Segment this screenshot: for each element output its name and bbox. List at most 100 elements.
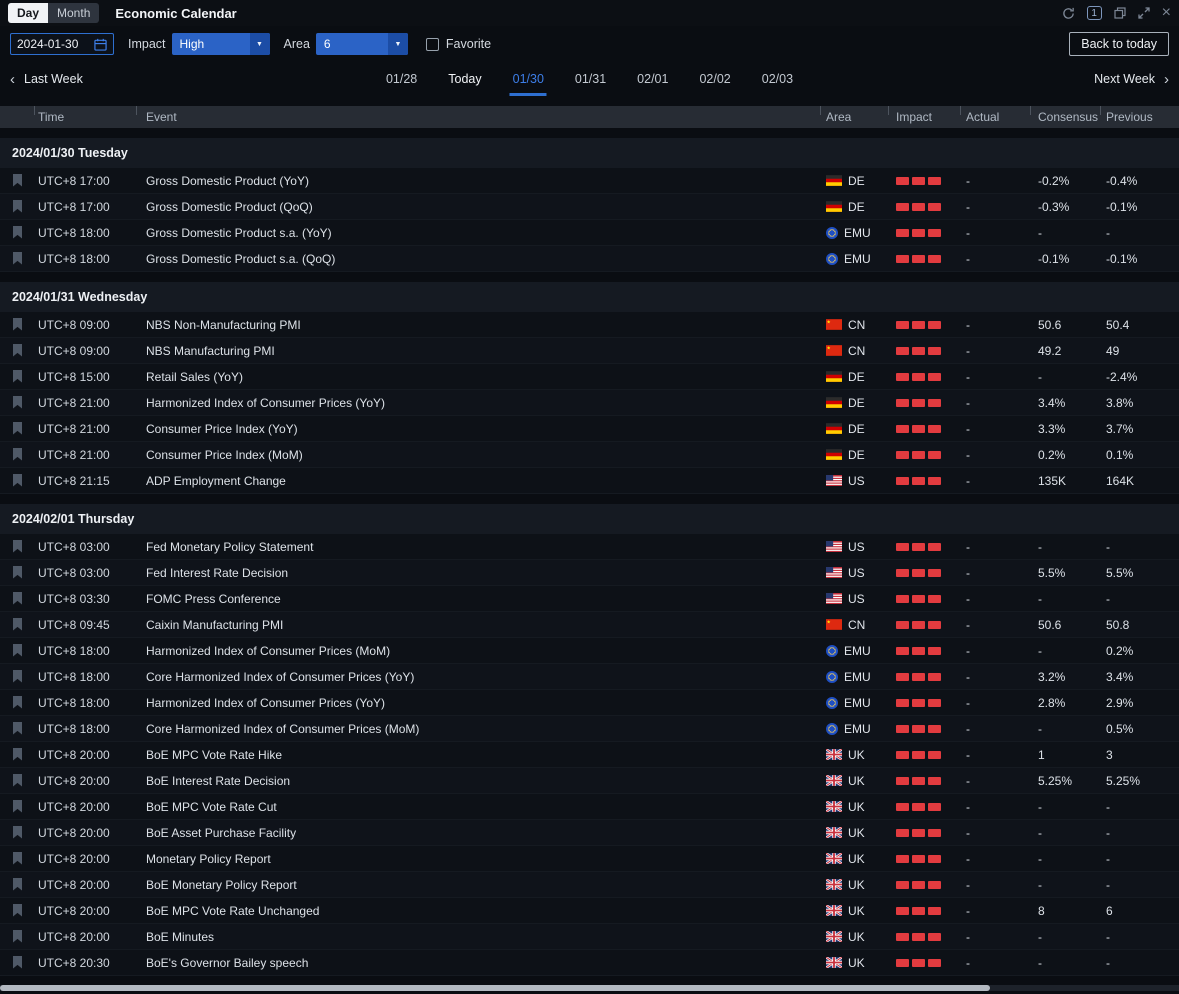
event-row[interactable]: UTC+8 18:00Core Harmonized Index of Cons… [0,664,1179,690]
area-code: EMU [844,644,871,658]
event-row[interactable]: UTC+8 21:00Consumer Price Index (MoM)DE-… [0,442,1179,468]
bookmark-icon[interactable] [12,566,23,579]
bookmark-icon[interactable] [12,618,23,631]
event-row[interactable]: UTC+8 17:00Gross Domestic Product (QoQ)D… [0,194,1179,220]
area-label: Area [284,37,310,51]
bookmark-icon[interactable] [12,930,23,943]
expand-icon[interactable] [1138,7,1150,19]
tab-month[interactable]: Month [48,3,99,23]
flag-us-icon [826,593,842,604]
restore-window-icon[interactable] [1114,7,1126,19]
event-row[interactable]: UTC+8 21:00Harmonized Index of Consumer … [0,390,1179,416]
actual-value: - [960,422,1030,436]
event-row[interactable]: UTC+8 18:00Harmonized Index of Consumer … [0,638,1179,664]
bookmark-icon[interactable] [12,644,23,657]
event-row[interactable]: UTC+8 20:00BoE Asset Purchase FacilityUK… [0,820,1179,846]
bookmark-icon[interactable] [12,344,23,357]
favorite-checkbox[interactable]: Favorite [426,37,491,51]
event-row[interactable]: UTC+8 03:30FOMC Press ConferenceUS--- [0,586,1179,612]
week-day-02-02[interactable]: 02/02 [696,62,733,96]
next-week-button[interactable]: Next Week › [1094,72,1169,87]
bookmark-icon[interactable] [12,540,23,553]
event-row[interactable]: UTC+8 03:00Fed Monetary Policy Statement… [0,534,1179,560]
bookmark-icon[interactable] [12,252,23,265]
event-row[interactable]: UTC+8 18:00Gross Domestic Product s.a. (… [0,220,1179,246]
close-icon[interactable]: × [1162,5,1171,21]
event-name: Harmonized Index of Consumer Prices (YoY… [136,396,820,410]
refresh-icon[interactable] [1062,7,1075,20]
area-select[interactable]: 6 ▼ [316,33,408,55]
week-day-02-03[interactable]: 02/03 [759,62,796,96]
bookmark-icon[interactable] [12,774,23,787]
tab-day[interactable]: Day [8,3,48,23]
impact-cell [888,448,960,462]
bookmark-icon[interactable] [12,696,23,709]
bookmark-icon[interactable] [12,878,23,891]
impact-cell [888,396,960,410]
date-picker[interactable]: 2024-01-30 [10,33,114,55]
horizontal-scrollbar[interactable] [0,985,1179,991]
bookmark-icon[interactable] [12,396,23,409]
previous-value: - [1100,956,1179,970]
impact-cell [888,344,960,358]
week-day-01-28[interactable]: 01/28 [383,62,420,96]
hscroll-thumb[interactable] [0,985,990,991]
event-row[interactable]: UTC+8 20:30BoE's Governor Bailey speechU… [0,950,1179,976]
area-code: US [848,566,865,580]
event-name: ADP Employment Change [136,474,820,488]
bookmark-icon[interactable] [12,422,23,435]
week-day-01-30[interactable]: 01/30 [510,62,547,96]
area-code: EMU [844,696,871,710]
checkbox-box[interactable] [426,38,439,51]
impact-cell [888,774,960,788]
bookmark-icon[interactable] [12,826,23,839]
event-row[interactable]: UTC+8 09:45Caixin Manufacturing PMICN-50… [0,612,1179,638]
consensus-value: -0.1% [1030,252,1100,266]
impact-high-bars [896,373,941,381]
event-row[interactable]: UTC+8 20:00BoE Interest Rate DecisionUK-… [0,768,1179,794]
bookmark-icon[interactable] [12,748,23,761]
impact-select[interactable]: High ▼ [172,33,270,55]
impact-high-bars [896,595,941,603]
impact-high-bars [896,829,941,837]
bookmark-icon[interactable] [12,722,23,735]
bookmark-icon[interactable] [12,174,23,187]
bookmark-icon[interactable] [12,370,23,383]
flag-emu-icon [826,227,838,239]
event-row[interactable]: UTC+8 20:00Monetary Policy ReportUK--- [0,846,1179,872]
bookmark-icon[interactable] [12,226,23,239]
event-time: UTC+8 18:00 [34,670,136,684]
bookmark-icon[interactable] [12,670,23,683]
event-row[interactable]: UTC+8 18:00Harmonized Index of Consumer … [0,690,1179,716]
week-day-02-01[interactable]: 02/01 [634,62,671,96]
event-row[interactable]: UTC+8 21:15ADP Employment ChangeUS-135K1… [0,468,1179,494]
bookmark-icon[interactable] [12,956,23,969]
event-row[interactable]: UTC+8 20:00BoE MPC Vote Rate HikeUK-13 [0,742,1179,768]
bookmark-icon[interactable] [12,448,23,461]
event-row[interactable]: UTC+8 21:00Consumer Price Index (YoY)DE-… [0,416,1179,442]
event-row[interactable]: UTC+8 20:00BoE Monetary Policy ReportUK-… [0,872,1179,898]
back-to-today-button[interactable]: Back to today [1069,32,1169,56]
event-row[interactable]: UTC+8 18:00Core Harmonized Index of Cons… [0,716,1179,742]
bookmark-icon[interactable] [12,474,23,487]
last-week-button[interactable]: ‹ Last Week [10,72,83,87]
event-row[interactable]: UTC+8 03:00Fed Interest Rate DecisionUS-… [0,560,1179,586]
event-row[interactable]: UTC+8 09:00NBS Non-Manufacturing PMICN-5… [0,312,1179,338]
event-row[interactable]: UTC+8 20:00BoE MPC Vote Rate CutUK--- [0,794,1179,820]
bookmark-icon[interactable] [12,592,23,605]
bookmark-icon[interactable] [12,904,23,917]
week-day-01-31[interactable]: 01/31 [572,62,609,96]
bookmark-icon[interactable] [12,800,23,813]
event-row[interactable]: UTC+8 18:00Gross Domestic Product s.a. (… [0,246,1179,272]
bookmark-icon[interactable] [12,852,23,865]
bookmark-icon[interactable] [12,200,23,213]
event-row[interactable]: UTC+8 20:00BoE MPC Vote Rate UnchangedUK… [0,898,1179,924]
event-row[interactable]: UTC+8 09:00NBS Manufacturing PMICN-49.24… [0,338,1179,364]
event-row[interactable]: UTC+8 17:00Gross Domestic Product (YoY)D… [0,168,1179,194]
event-row[interactable]: UTC+8 15:00Retail Sales (YoY)DE---2.4% [0,364,1179,390]
panel-count-icon[interactable]: 1 [1087,6,1102,20]
event-row[interactable]: UTC+8 20:00BoE MinutesUK--- [0,924,1179,950]
bookmark-icon[interactable] [12,318,23,331]
week-day-today[interactable]: Today [445,62,484,96]
area-cell: US [820,474,888,488]
